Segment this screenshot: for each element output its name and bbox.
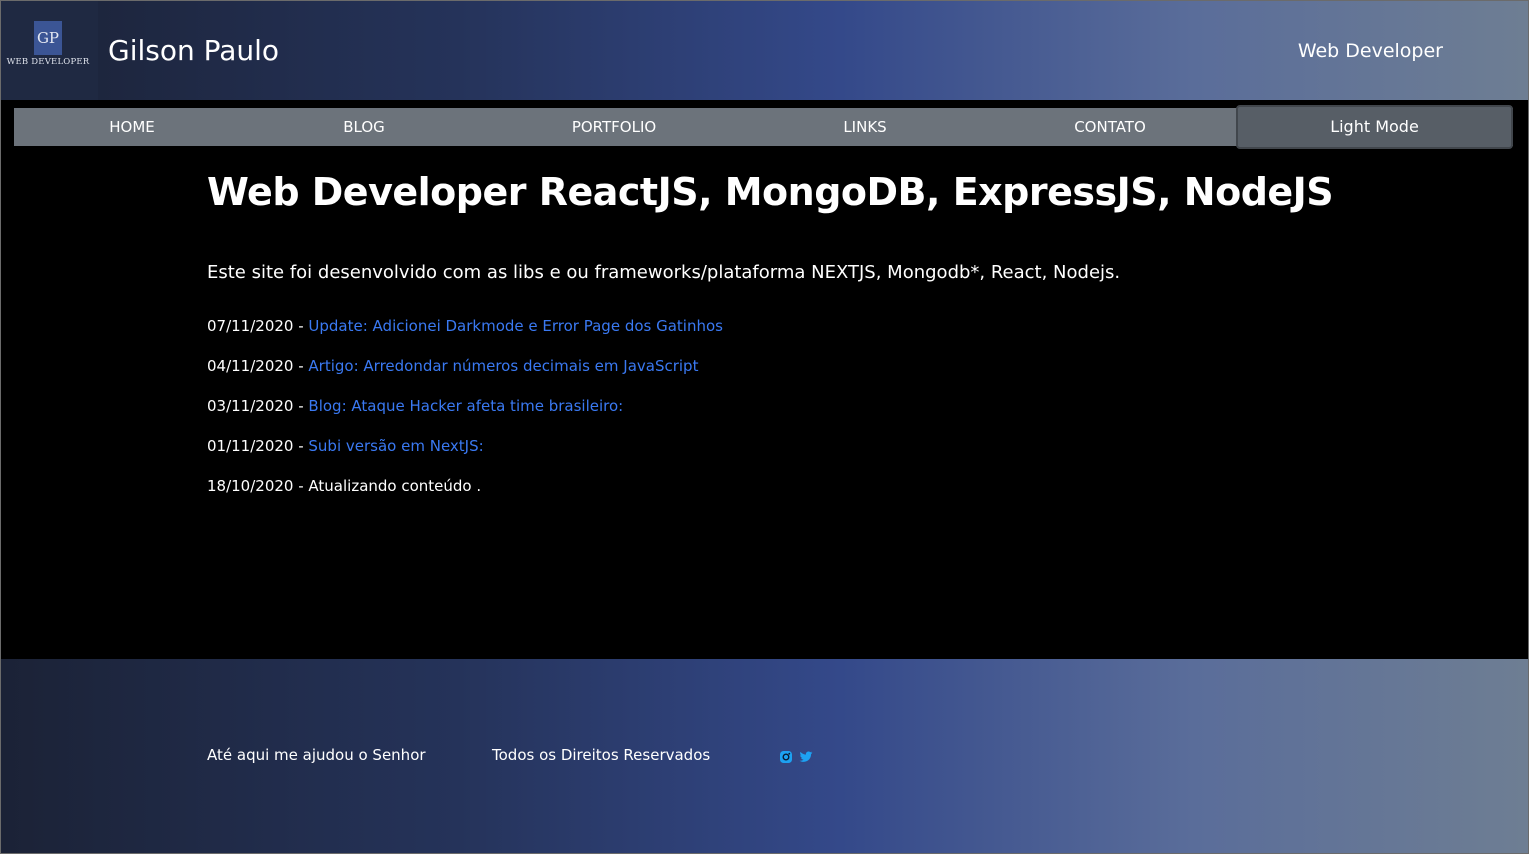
main-content: Web Developer ReactJS, MongoDB, ExpressJ…	[207, 170, 1334, 495]
update-date: 18/10/2020 -	[207, 477, 309, 495]
footer-motto: Até aqui me ajudou o Senhor	[207, 746, 426, 764]
update-link[interactable]: Update: Adicionei Darkmode e Error Page …	[308, 317, 723, 335]
page-title: Web Developer ReactJS, MongoDB, ExpressJ…	[207, 170, 1334, 214]
update-date: 07/11/2020 -	[207, 317, 309, 335]
site-logo[interactable]: GP WEB DEVELOPER	[0, 0, 98, 100]
update-date: 03/11/2020 -	[207, 397, 309, 415]
site-header: GP WEB DEVELOPER Gilson Paulo Web Develo…	[0, 0, 1529, 100]
update-link[interactable]: Artigo: Arredondar números decimais em J…	[308, 357, 698, 375]
nav-links[interactable]: LINKS	[785, 108, 945, 146]
update-date: 01/11/2020 -	[207, 437, 309, 455]
update-date: 04/11/2020 -	[207, 357, 309, 375]
twitter-icon[interactable]	[799, 749, 813, 763]
update-link[interactable]: Subi versão em NextJS:	[308, 437, 483, 455]
list-item: 03/11/2020 - Blog: Ataque Hacker afeta t…	[207, 397, 723, 437]
list-item: 04/11/2020 - Artigo: Arredondar números …	[207, 357, 723, 397]
site-footer: Até aqui me ajudou o Senhor Todos os Dir…	[0, 659, 1529, 854]
instagram-icon[interactable]	[779, 749, 793, 763]
footer-rights: Todos os Direitos Reservados	[492, 746, 711, 764]
logo-subtitle: WEB DEVELOPER	[6, 57, 90, 67]
nav-portfolio[interactable]: PORTFOLIO	[534, 108, 694, 146]
update-text: Atualizando conteúdo .	[308, 477, 482, 495]
nav-contato[interactable]: CONTATO	[1030, 108, 1190, 146]
light-mode-button[interactable]: Light Mode	[1236, 105, 1513, 149]
list-item: 18/10/2020 - Atualizando conteúdo .	[207, 477, 723, 517]
site-role: Web Developer	[1297, 40, 1443, 62]
site-name[interactable]: Gilson Paulo	[108, 34, 279, 67]
list-item: 01/11/2020 - Subi versão em NextJS:	[207, 437, 723, 477]
intro-text: Este site foi desenvolvido com as libs e…	[207, 262, 1121, 283]
update-link[interactable]: Blog: Ataque Hacker afeta time brasileir…	[308, 397, 623, 415]
main-nav: HOME BLOG PORTFOLIO LINKS CONTATO Light …	[14, 105, 1513, 149]
logo-initials: GP	[34, 21, 62, 55]
updates-list: 07/11/2020 - Update: Adicionei Darkmode …	[207, 317, 723, 517]
list-item: 07/11/2020 - Update: Adicionei Darkmode …	[207, 317, 723, 357]
nav-blog[interactable]: BLOG	[284, 108, 444, 146]
nav-home[interactable]: HOME	[52, 108, 212, 146]
